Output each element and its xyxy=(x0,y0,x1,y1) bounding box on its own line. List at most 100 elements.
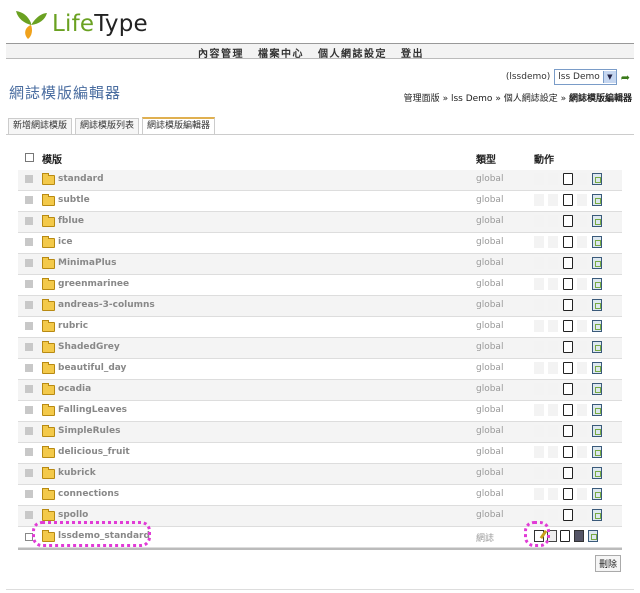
copy-template-icon[interactable] xyxy=(563,215,573,227)
template-name[interactable]: subtle xyxy=(58,195,90,205)
template-name[interactable]: ShadedGrey xyxy=(58,342,120,352)
folder-icon xyxy=(42,320,55,332)
template-name[interactable]: FallingLeaves xyxy=(58,405,127,415)
copy-template-icon[interactable] xyxy=(563,362,573,374)
placeholder-icon xyxy=(534,320,544,332)
tab-template-list[interactable]: 網誌模版列表 xyxy=(75,118,140,134)
copy-template-icon[interactable] xyxy=(563,488,573,500)
preview-icon[interactable] xyxy=(592,362,602,374)
placeholder-icon xyxy=(534,383,544,395)
disabled-checkbox xyxy=(25,343,33,351)
template-type: global xyxy=(476,216,504,226)
template-name[interactable]: spollo xyxy=(58,510,88,520)
template-name[interactable]: ice xyxy=(58,237,73,247)
copy-template-icon[interactable] xyxy=(560,530,570,542)
main-nav: 內容管理 檔案中心 個人網誌設定 登出 xyxy=(6,44,634,60)
preview-icon[interactable] xyxy=(588,530,598,542)
template-type: global xyxy=(476,174,504,184)
tab-template-editor[interactable]: 網誌模版編輯器 xyxy=(142,117,216,134)
template-name[interactable]: ocadia xyxy=(58,384,91,394)
folder-icon xyxy=(42,194,55,206)
table-row: rubric global xyxy=(18,317,622,338)
column-header-type: 類型 xyxy=(476,155,496,166)
template-name[interactable]: connections xyxy=(58,489,119,499)
current-user: (lssdemo) xyxy=(505,72,551,82)
preview-icon[interactable] xyxy=(592,320,602,332)
disabled-checkbox xyxy=(25,238,33,246)
copy-template-icon[interactable] xyxy=(563,467,573,479)
template-name[interactable]: delicious_fruit xyxy=(58,447,130,457)
tab-new-template[interactable]: 新增網誌模版 xyxy=(8,118,73,134)
copy-template-icon[interactable] xyxy=(563,257,573,269)
template-type: global xyxy=(476,405,504,415)
placeholder-icon xyxy=(534,404,544,416)
preview-icon[interactable] xyxy=(592,467,602,479)
preview-icon[interactable] xyxy=(592,446,602,458)
preview-icon[interactable] xyxy=(592,341,602,353)
nav-content-management[interactable]: 內容管理 xyxy=(198,45,244,60)
page-title: 網誌模版編輯器 xyxy=(9,84,122,102)
copy-template-icon[interactable] xyxy=(563,278,573,290)
preview-icon[interactable] xyxy=(592,425,602,437)
preview-icon[interactable] xyxy=(592,278,602,290)
disabled-checkbox xyxy=(25,511,33,519)
placeholder-icon xyxy=(534,299,544,311)
preview-icon[interactable] xyxy=(592,215,602,227)
save-template-icon[interactable] xyxy=(574,530,584,542)
template-name[interactable]: MinimaPlus xyxy=(58,258,116,268)
breadcrumb-blog-settings[interactable]: 個人網誌設定 xyxy=(504,94,558,104)
template-type: global xyxy=(476,468,504,478)
template-name[interactable]: greenmarinee xyxy=(58,279,129,289)
blog-selector: (lssdemo) lss Demo ▼ ➦ xyxy=(506,69,630,85)
preview-icon[interactable] xyxy=(592,236,602,248)
highlight-template-name xyxy=(32,521,151,547)
copy-template-icon[interactable] xyxy=(563,425,573,437)
placeholder-icon xyxy=(548,341,558,353)
folder-icon xyxy=(42,215,55,227)
placeholder-icon xyxy=(534,236,544,248)
preview-icon[interactable] xyxy=(592,257,602,269)
copy-template-icon[interactable] xyxy=(563,446,573,458)
template-name[interactable]: andreas-3-columns xyxy=(58,300,155,310)
template-name[interactable]: standard xyxy=(58,174,104,184)
template-name[interactable]: beautiful_day xyxy=(58,363,126,373)
nav-blog-settings[interactable]: 個人網誌設定 xyxy=(318,45,387,60)
template-name[interactable]: kubrick xyxy=(58,468,96,478)
preview-icon[interactable] xyxy=(592,194,602,206)
placeholder-icon xyxy=(534,278,544,290)
nav-file-center[interactable]: 檔案中心 xyxy=(258,45,304,60)
copy-template-icon[interactable] xyxy=(563,173,573,185)
table-row: subtle global xyxy=(18,191,622,212)
copy-template-icon[interactable] xyxy=(563,509,573,521)
blog-select-dropdown[interactable]: lss Demo ▼ xyxy=(554,69,617,85)
template-type: 網誌 xyxy=(476,534,495,544)
delete-button[interactable]: 刪除 xyxy=(594,555,621,572)
copy-template-icon[interactable] xyxy=(563,383,573,395)
placeholder-icon xyxy=(577,383,587,395)
copy-template-icon[interactable] xyxy=(563,194,573,206)
select-all-checkbox[interactable] xyxy=(25,153,34,162)
breadcrumb-blog[interactable]: lss Demo xyxy=(451,94,492,104)
copy-template-icon[interactable] xyxy=(563,236,573,248)
template-name[interactable]: SimpleRules xyxy=(58,426,120,436)
template-name[interactable]: fblue xyxy=(58,216,84,226)
preview-icon[interactable] xyxy=(592,488,602,500)
placeholder-icon xyxy=(548,362,558,374)
breadcrumb-admin[interactable]: 管理面版 xyxy=(404,94,440,104)
nav-logout[interactable]: 登出 xyxy=(401,45,424,60)
preview-icon[interactable] xyxy=(592,383,602,395)
copy-template-icon[interactable] xyxy=(563,320,573,332)
preview-icon[interactable] xyxy=(592,404,602,416)
preview-icon[interactable] xyxy=(592,173,602,185)
preview-icon[interactable] xyxy=(592,299,602,311)
preview-icon[interactable] xyxy=(592,509,602,521)
template-name[interactable]: rubric xyxy=(58,321,88,331)
copy-template-icon[interactable] xyxy=(563,341,573,353)
breadcrumb-current: 網誌模版編輯器 xyxy=(568,94,632,104)
copy-template-icon[interactable] xyxy=(563,404,573,416)
placeholder-icon xyxy=(534,362,544,374)
placeholder-icon xyxy=(577,488,587,500)
go-arrow-icon[interactable]: ➦ xyxy=(621,71,630,84)
placeholder-icon xyxy=(577,173,587,185)
copy-template-icon[interactable] xyxy=(563,299,573,311)
